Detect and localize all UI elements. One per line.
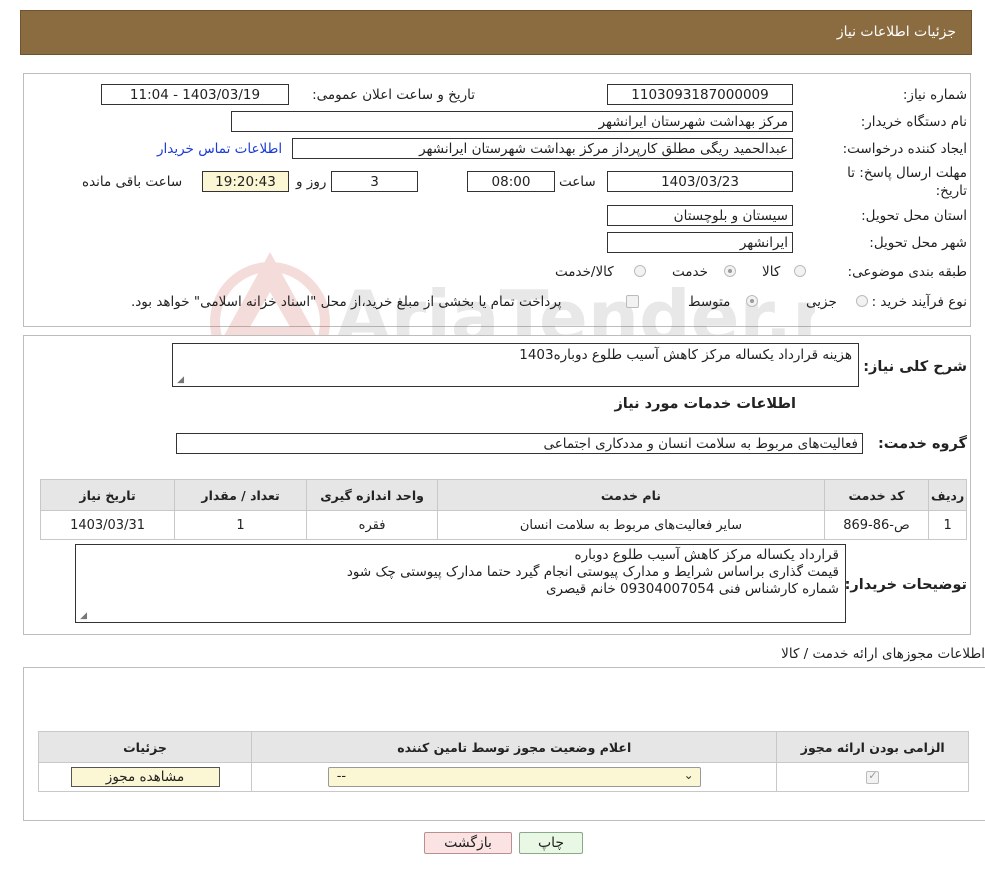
col-unit-header: واحد اندازه گیری (306, 479, 439, 511)
buyer-notes-line1: قرارداد یکساله مرکز کاهش آسیب طلوع دوبار… (574, 547, 839, 563)
cell-quantity: 1 (174, 510, 308, 540)
deadline-date-field: 1403/03/23 (607, 171, 793, 192)
deadline-time-field: 08:00 (467, 171, 555, 192)
creator-label: ایجاد کننده درخواست: (842, 141, 967, 157)
process-medium-radio[interactable] (746, 295, 758, 307)
table-row: 1 ص-86-869 سایر فعالیت‌های مربوط به سلام… (39, 510, 967, 540)
print-button[interactable]: چاپ (519, 832, 583, 854)
days-label: روز و (296, 174, 327, 190)
buyer-notes-label: توضیحات خریدار: (844, 577, 967, 593)
city-label: شهر محل تحویل: (869, 235, 967, 251)
buyer-notes-textarea[interactable]: قرارداد یکساله مرکز کاهش آسیب طلوع دوبار… (75, 544, 846, 623)
category-goods-radio[interactable] (794, 265, 806, 277)
buyer-label: نام دستگاه خریدار: (860, 114, 967, 130)
cell-status: -- ⌄ (250, 762, 778, 792)
announce-datetime-field: 1403/03/19 - 11:04 (101, 84, 289, 105)
cell-need-date: 1403/03/31 (39, 510, 176, 540)
category-goods-label: کالا (762, 264, 781, 280)
category-service-label: خدمت (672, 264, 708, 280)
summary-text: هزینه قرارداد یکساله مرکز کاهش آسیب طلوع… (519, 347, 852, 363)
permit-status-value: -- (336, 769, 347, 784)
category-goods-service-radio[interactable] (634, 265, 646, 277)
page-title: جزئیات اطلاعات نیاز (836, 24, 956, 40)
creator-field: عبدالحمید ریگی مطلق کارپرداز مرکز بهداشت… (292, 138, 793, 159)
cell-details: مشاهده مجوز (38, 762, 252, 792)
page-header: جزئیات اطلاعات نیاز (20, 10, 972, 55)
permits-section-title: اطلاعات مجوزهای ارائه خدمت / کالا (781, 646, 985, 662)
buyer-notes-line3: شماره کارشناس فنی 09304007054 خانم قیصری (545, 581, 839, 597)
permit-status-select[interactable]: -- ⌄ (327, 767, 701, 787)
col-qty-header: تعداد / مقدار (174, 479, 308, 511)
buyer-notes-line2: قیمت گذاری براساس شرایط و مدارک پیوستی ا… (346, 564, 839, 580)
category-label: طبقه بندی موضوعی: (847, 264, 967, 280)
cell-unit: فقره (306, 510, 439, 540)
cell-service-name: سایر فعالیت‌های مربوط به سلامت انسان (437, 510, 825, 540)
deadline-time-label: ساعت (559, 174, 596, 190)
province-field: سیستان و بلوچستان (607, 205, 793, 226)
need-number-field: 1103093187000009 (607, 84, 793, 105)
view-permit-button[interactable]: مشاهده مجوز (70, 767, 220, 787)
deadline-label-line1: مهلت ارسال پاسخ: تا (847, 165, 967, 181)
process-label: نوع فرآیند خرید : (871, 294, 967, 310)
col-required-header: الزامی بودن ارائه مجوز (776, 731, 969, 763)
permits-table-header: الزامی بودن ارائه مجوز اعلام وضعیت مجوز … (38, 731, 969, 763)
col-code-header: کد خدمت (823, 479, 930, 511)
col-row-header: ردیف (928, 479, 967, 511)
permits-table: الزامی بودن ارائه مجوز اعلام وضعیت مجوز … (38, 731, 969, 792)
time-remaining-field: 19:20:43 (202, 171, 289, 192)
province-label: استان محل تحویل: (861, 208, 967, 224)
services-section-title: اطلاعات خدمات مورد نیاز (614, 396, 796, 412)
buyer-field: مرکز بهداشت شهرستان ایرانشهر (231, 111, 793, 132)
resize-handle-icon[interactable]: ◢ (175, 376, 184, 385)
cell-service-code: ص-86-869 (823, 510, 930, 540)
summary-label: شرح کلی نیاز: (863, 359, 967, 375)
city-field: ایرانشهر (607, 232, 793, 253)
summary-textarea[interactable]: هزینه قرارداد یکساله مرکز کاهش آسیب طلوع… (172, 343, 859, 387)
services-table: ردیف کد خدمت نام خدمت واحد اندازه گیری ت… (39, 479, 967, 540)
col-status-header: اعلام وضعیت مجوز توسط تامین کننده (250, 731, 778, 763)
need-number-label: شماره نیاز: (902, 87, 967, 103)
service-group-field: فعالیت‌های مربوط به سلامت انسان و مددکار… (176, 433, 863, 454)
time-remaining-label: ساعت باقی مانده (82, 174, 183, 190)
buyer-contact-link[interactable]: اطلاعات تماس خریدار (157, 141, 282, 157)
treasury-payment-checkbox[interactable] (626, 295, 639, 308)
col-details-header: جزئیات (38, 731, 252, 763)
resize-handle-icon[interactable]: ◢ (78, 612, 87, 621)
col-name-header: نام خدمت (437, 479, 825, 511)
cell-row-number: 1 (928, 510, 967, 540)
process-medium-label: متوسط (688, 294, 731, 310)
col-date-header: تاریخ نیاز (39, 479, 176, 511)
required-permit-checkbox (866, 769, 880, 784)
announce-label: تاریخ و ساعت اعلان عمومی: (312, 87, 475, 103)
back-button[interactable]: بازگشت (424, 832, 512, 854)
table-row: -- ⌄ مشاهده مجوز (38, 762, 969, 792)
service-group-label: گروه خدمت: (877, 436, 967, 452)
cell-required (776, 762, 969, 792)
deadline-label-line2: تاریخ: (935, 183, 967, 199)
chevron-down-icon: ⌄ (683, 768, 694, 782)
treasury-payment-note: پرداخت تمام یا بخشی از مبلغ خرید،از محل … (131, 294, 562, 310)
category-service-radio[interactable] (724, 265, 736, 277)
services-table-header: ردیف کد خدمت نام خدمت واحد اندازه گیری ت… (39, 479, 967, 511)
category-goods-service-label: کالا/خدمت (555, 264, 614, 280)
days-remaining-field: 3 (331, 171, 418, 192)
process-minor-label: جزیی (806, 294, 837, 310)
process-minor-radio[interactable] (856, 295, 868, 307)
